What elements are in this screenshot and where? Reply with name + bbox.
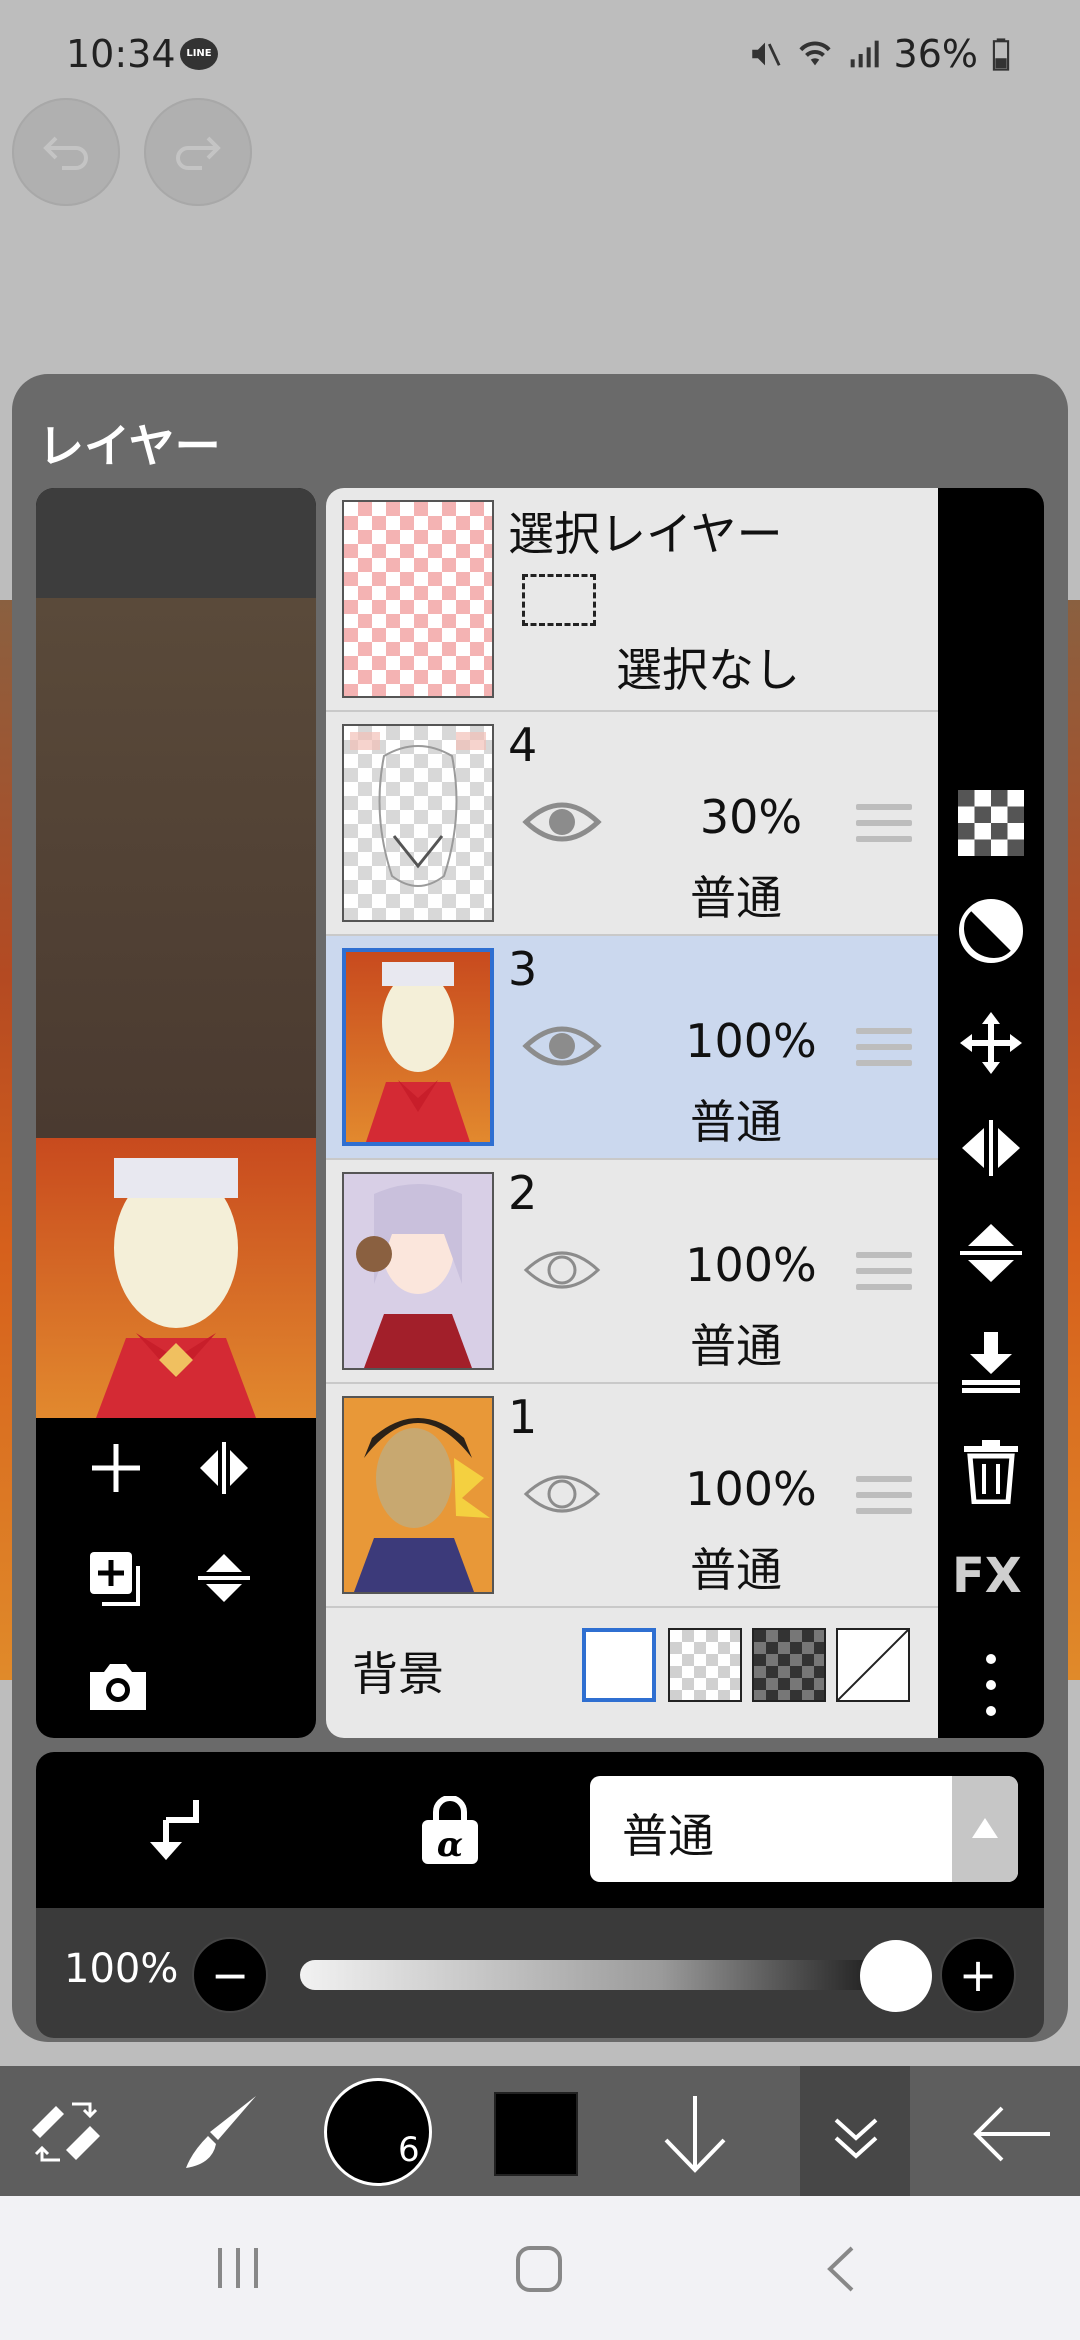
merge-down-icon[interactable]: [958, 1328, 1024, 1394]
layer-blend-mode: 普通: [690, 1319, 782, 1373]
layer-row-2[interactable]: 2 100% 普通: [326, 1160, 938, 1384]
selection-status: 選択なし: [616, 643, 800, 697]
opacity-label: 100%: [64, 1946, 179, 1992]
layer-opacity: 30%: [699, 790, 803, 844]
opacity-increase-button[interactable]: +: [940, 1937, 1016, 2013]
undo-button[interactable]: [12, 98, 120, 206]
canvas-preview[interactable]: [36, 488, 316, 1138]
layer-thumbnail-4: [342, 724, 494, 922]
layer-blend-mode: 普通: [690, 1095, 782, 1149]
brush-size-value: 6: [398, 2130, 420, 2170]
flip-vertical-preview-icon[interactable]: [194, 1548, 254, 1608]
double-chevron-down-icon[interactable]: [830, 2110, 882, 2164]
blend-mode-value: 普通: [622, 1809, 714, 1863]
clipping-icon[interactable]: [146, 1796, 206, 1864]
eye-hidden-icon[interactable]: [522, 1466, 602, 1522]
more-icon[interactable]: [984, 1652, 998, 1718]
contrast-icon[interactable]: [958, 898, 1024, 964]
flip-v-icon[interactable]: [958, 1218, 1024, 1288]
status-time: 10:34: [66, 32, 176, 76]
eye-hidden-icon[interactable]: [522, 1242, 602, 1298]
battery-percent: 36%: [893, 32, 978, 76]
layer-opacity: 100%: [685, 1014, 817, 1068]
line-notification-icon: LINE: [180, 38, 218, 70]
mute-icon: [751, 42, 780, 66]
duplicate-layer-icon[interactable]: [86, 1548, 150, 1612]
redo-icon: [176, 136, 221, 170]
layer-thumbnail-2: [342, 1172, 494, 1370]
dropdown-arrow-button[interactable]: [952, 1776, 1018, 1882]
drag-handle-icon[interactable]: [856, 1028, 912, 1076]
camera-icon[interactable]: [86, 1658, 150, 1714]
eye-visible-icon[interactable]: [522, 794, 602, 850]
layer-thumbnail-3: [342, 948, 494, 1146]
minus-icon: −: [210, 1948, 250, 2002]
redo-button[interactable]: [144, 98, 252, 206]
active-layer-preview: [36, 1138, 316, 1418]
opacity-slider-track[interactable]: [300, 1960, 902, 1990]
fx-icon[interactable]: FX: [952, 1548, 1022, 1604]
layer-tools-sidebar: FX: [938, 488, 1044, 1738]
undo-icon: [43, 136, 88, 170]
background-white-option[interactable]: [582, 1628, 656, 1702]
color-swatch-button[interactable]: [494, 2092, 578, 2176]
drag-handle-icon[interactable]: [856, 1476, 912, 1524]
drag-handle-icon[interactable]: [856, 1252, 912, 1300]
back-arrow-icon[interactable]: [970, 2104, 1054, 2164]
status-bar: 10:34 LINE 36%: [0, 0, 1080, 110]
background-none-option[interactable]: [836, 1628, 910, 1702]
alpha-lock-icon[interactable]: α: [416, 1796, 484, 1866]
selection-layer-thumbnail: [342, 500, 494, 698]
tool-switch-icon[interactable]: [26, 2094, 106, 2170]
status-icons: 36%: [748, 32, 1010, 76]
plus-icon: +: [958, 1948, 998, 2002]
system-nav-bar: [0, 2196, 1080, 2340]
layer-row-4[interactable]: 4 30% 普通: [326, 712, 938, 936]
flip-h-icon[interactable]: [956, 1118, 1026, 1178]
layer-blend-mode: 普通: [690, 871, 782, 925]
background-transparent-dark-option[interactable]: [752, 1628, 826, 1702]
drag-handle-icon[interactable]: [856, 804, 912, 852]
layer-preview-column: [36, 488, 316, 1738]
layer-opacity: 100%: [685, 1238, 817, 1292]
background-label: 背景: [352, 1647, 444, 1701]
selection-marquee-icon: [522, 574, 596, 626]
layer-row-3[interactable]: 3 100% 普通: [326, 936, 938, 1160]
background-transparent-light-option[interactable]: [668, 1628, 742, 1702]
recent-apps-icon[interactable]: [214, 2244, 262, 2292]
layer-number: 3: [508, 942, 538, 996]
layer-list: 選択レイヤー 選択なし 4 30% 普通 3 100% 普通 2 100% 普通: [326, 488, 938, 1738]
eye-visible-icon[interactable]: [522, 1018, 602, 1074]
portrait-illustration: [96, 1158, 256, 1418]
triangle-up-icon: [972, 1818, 998, 1838]
brush-icon[interactable]: [178, 2090, 262, 2174]
move-icon[interactable]: [956, 1008, 1026, 1078]
opacity-decrease-button[interactable]: −: [192, 1937, 268, 2013]
background-row: 背景: [326, 1598, 938, 1738]
signal-icon: [850, 40, 879, 68]
layer-opacity: 100%: [685, 1462, 817, 1516]
add-layer-icon[interactable]: [86, 1438, 146, 1498]
selection-layer-row[interactable]: 選択レイヤー 選択なし: [326, 488, 938, 712]
opacity-slider-knob[interactable]: [860, 1940, 932, 2012]
trash-icon[interactable]: [960, 1438, 1022, 1504]
arrow-down-icon[interactable]: [660, 2092, 730, 2176]
svg-text:α: α: [437, 1825, 463, 1865]
selection-layer-name: 選択レイヤー: [508, 507, 783, 561]
panel-title: レイヤー: [38, 419, 221, 473]
flip-horizontal-preview-icon[interactable]: [194, 1438, 254, 1498]
layer-thumbnail-1: [342, 1396, 494, 1594]
nav-back-icon[interactable]: [822, 2244, 858, 2294]
layer-number: 2: [508, 1166, 538, 1220]
checker-icon[interactable]: [958, 790, 1024, 856]
battery-icon: [992, 38, 1010, 71]
layer-number: 1: [508, 1390, 538, 1444]
layer-number: 4: [508, 718, 538, 772]
home-icon[interactable]: [514, 2244, 564, 2294]
wifi-icon: [798, 41, 831, 66]
layer-blend-mode: 普通: [690, 1543, 782, 1597]
layer-row-1[interactable]: 1 100% 普通: [326, 1384, 938, 1608]
